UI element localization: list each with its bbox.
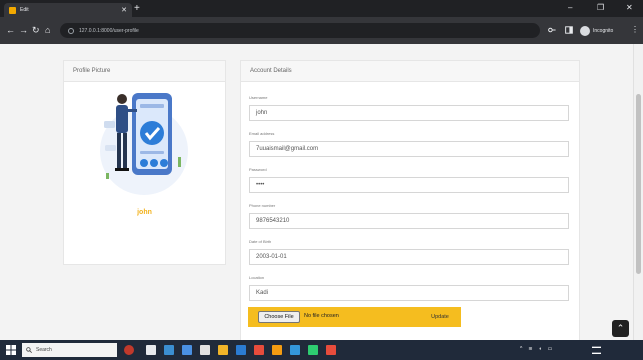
url-text: 127.0.0.1:8000/user-profile — [79, 27, 139, 34]
choose-file-button[interactable]: Choose File — [258, 311, 300, 323]
favicon-icon — [9, 6, 16, 14]
app-icon-10[interactable] — [326, 345, 336, 355]
network-icon[interactable]: ≋ — [528, 346, 532, 352]
back-icon[interactable]: ← — [6, 25, 15, 35]
volume-icon[interactable]: ◖ — [539, 346, 542, 352]
sidebar-icon[interactable] — [565, 26, 573, 34]
app-icon-4[interactable] — [200, 345, 210, 355]
taskbar: Search ^ ≋ ◖ ▭ ▬▬ ▬▬ — [0, 340, 643, 360]
incognito-label: Incognito — [593, 27, 614, 34]
window-close-icon[interactable]: ✕ — [626, 2, 633, 14]
profile-name: john — [137, 209, 152, 216]
dob-input[interactable]: 2003-01-01 — [249, 249, 569, 265]
task-view-icon[interactable] — [146, 345, 156, 355]
taskbar-search[interactable]: Search — [22, 343, 117, 357]
key-icon[interactable] — [548, 26, 556, 34]
app-icon-9[interactable] — [308, 345, 318, 355]
dob-label: Date of Birth — [249, 239, 272, 244]
email-label: Email address — [249, 131, 275, 136]
file-explorer-icon[interactable] — [218, 345, 228, 355]
system-tray: ^ ≋ ◖ ▭ — [520, 346, 552, 352]
password-input[interactable]: •••• — [249, 177, 569, 193]
location-input[interactable]: Kadi — [249, 285, 569, 301]
update-button[interactable]: Update — [424, 311, 456, 323]
browser-tab[interactable]: Edit ✕ — [4, 3, 132, 17]
tab-title: Edit — [20, 7, 29, 13]
app-icon-2[interactable] — [164, 345, 174, 355]
search-placeholder: Search — [36, 347, 52, 353]
browser-toolbar: ← → ↻ ⌂ 127.0.0.1:8000/user-profile Inco… — [0, 17, 643, 44]
password-label: Password — [249, 167, 267, 172]
app-icon-1[interactable] — [124, 345, 134, 355]
page-viewport: Profile Picture john Account Details Use… — [0, 44, 633, 340]
clock-lines-icon: ▬▬ ▬▬ — [592, 344, 601, 355]
close-tab-icon[interactable]: ✕ — [121, 7, 127, 14]
reload-icon[interactable]: ↻ — [32, 25, 40, 35]
battery-icon[interactable]: ▭ — [548, 346, 553, 352]
no-file-text: No file chosen — [304, 313, 339, 319]
profile-picture-header: Profile Picture — [64, 61, 225, 82]
upload-bar: Choose File No file chosen Update — [248, 307, 461, 327]
username-input[interactable]: john — [249, 105, 569, 121]
forward-icon[interactable]: → — [19, 25, 28, 35]
site-info-icon[interactable] — [68, 27, 74, 34]
page-scrollbar[interactable] — [633, 44, 643, 340]
taskbar-clock[interactable]: ▬▬ ▬▬ — [592, 344, 601, 356]
scrollbar-thumb[interactable] — [636, 94, 641, 274]
back-to-top-button[interactable]: ⌃ — [612, 320, 629, 337]
profile-illustration — [100, 93, 188, 195]
search-icon — [26, 347, 32, 353]
address-bar[interactable]: 127.0.0.1:8000/user-profile — [60, 23, 540, 38]
tray-chevron-icon[interactable]: ^ — [520, 346, 522, 352]
new-tab-icon[interactable]: + — [134, 3, 140, 15]
app-icon-5[interactable] — [236, 345, 246, 355]
app-icon-3[interactable] — [182, 345, 192, 355]
menu-icon[interactable]: ⋮ — [631, 25, 639, 34]
maximize-icon[interactable]: ❐ — [597, 2, 604, 14]
account-details-card: Account Details Username john Email addr… — [240, 60, 580, 340]
app-icon-8[interactable] — [290, 345, 300, 355]
location-label: Location — [249, 275, 265, 280]
incognito-icon — [580, 25, 590, 36]
home-icon[interactable]: ⌂ — [45, 25, 50, 35]
windows-start-icon[interactable] — [6, 345, 16, 355]
phone-input[interactable]: 9876543210 — [249, 213, 569, 229]
account-details-header: Account Details — [241, 61, 579, 82]
email-input[interactable]: 7uuaismail@gmail.com — [249, 141, 569, 157]
username-label: Username — [249, 95, 268, 100]
app-icon-7[interactable] — [272, 345, 282, 355]
profile-picture-card: Profile Picture john — [63, 60, 226, 265]
incognito-indicator[interactable]: Incognito — [580, 25, 613, 36]
phone-label: Phone number — [249, 203, 276, 208]
app-icon-6[interactable] — [254, 345, 264, 355]
minimize-icon[interactable]: – — [568, 2, 572, 14]
browser-tab-strip: Edit ✕ + – ❐ ✕ — [0, 0, 643, 17]
